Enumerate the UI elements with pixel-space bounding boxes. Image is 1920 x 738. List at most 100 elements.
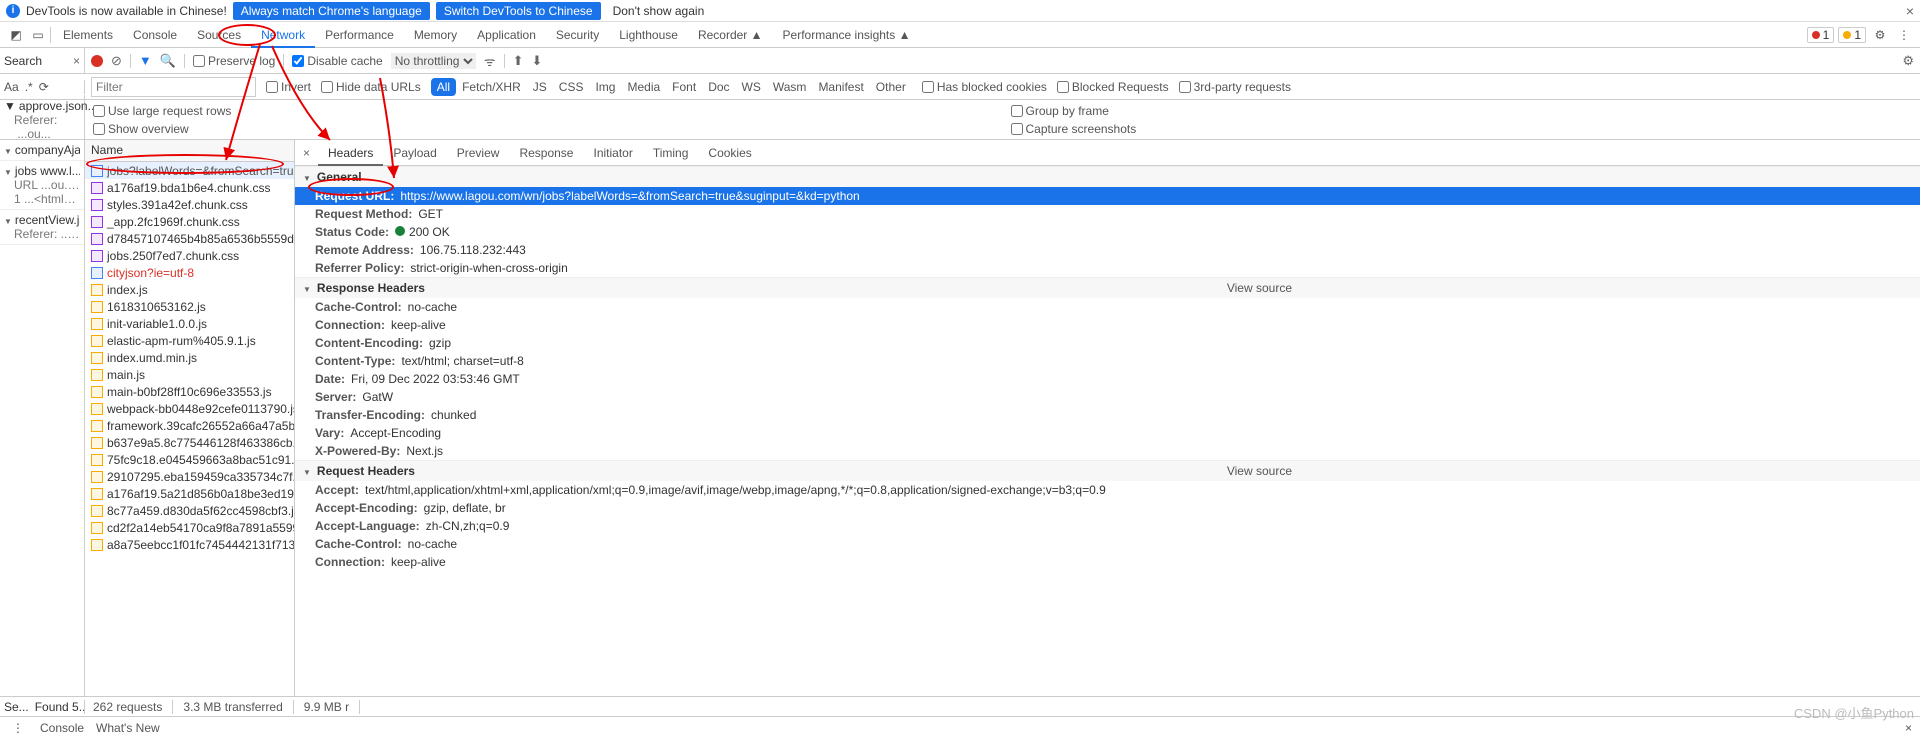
detail-tab-timing[interactable]: Timing (643, 142, 699, 164)
response-headers-section[interactable]: Response HeadersView source (295, 277, 1920, 298)
close-search-icon[interactable]: × (73, 54, 80, 68)
tab-console[interactable]: Console (123, 24, 187, 46)
more-icon[interactable]: ⋮ (1894, 25, 1914, 45)
tab-application[interactable]: Application (467, 24, 546, 46)
disable-cache-checkbox[interactable]: Disable cache (292, 54, 382, 68)
filter-type-font[interactable]: Font (666, 78, 702, 96)
detail-tab-initiator[interactable]: Initiator (583, 142, 642, 164)
request-row[interactable]: 1618310653162.js (85, 298, 294, 315)
close-banner-icon[interactable]: × (1906, 3, 1914, 19)
tab-memory[interactable]: Memory (404, 24, 467, 46)
filter-icon[interactable]: ▼ (139, 53, 152, 68)
tab-performance-insights-[interactable]: Performance insights ▲ (773, 24, 921, 46)
request-row[interactable]: styles.391a42ef.chunk.css (85, 196, 294, 213)
throttling-select[interactable]: No throttling (391, 53, 476, 69)
request-row[interactable]: elastic-apm-rum%405.9.1.js (85, 332, 294, 349)
filter-type-js[interactable]: JS (527, 78, 553, 96)
filter-type-manifest[interactable]: Manifest (812, 78, 869, 96)
detail-tab-payload[interactable]: Payload (383, 142, 446, 164)
upload-icon[interactable]: ⬆ (513, 53, 524, 69)
request-row[interactable]: init-variable1.0.0.js (85, 315, 294, 332)
request-row[interactable]: b637e9a5.8c775446128f463386cb.js (85, 434, 294, 451)
request-row[interactable]: 8c77a459.d830da5f62cc4598cbf3.js (85, 502, 294, 519)
regex-icon[interactable]: .* (25, 80, 33, 94)
request-row[interactable]: index.umd.min.js (85, 349, 294, 366)
detail-tab-preview[interactable]: Preview (447, 142, 510, 164)
filter-type-img[interactable]: Img (589, 78, 621, 96)
view-source-link[interactable]: View source (1227, 464, 1292, 478)
download-icon[interactable]: ⬇ (532, 53, 543, 69)
filter-type-doc[interactable]: Doc (702, 78, 735, 96)
device-toggle-icon[interactable]: ▭ (28, 25, 48, 45)
request-headers-section[interactable]: Request HeadersView source (295, 460, 1920, 481)
network-settings-icon[interactable]: ⚙ (1902, 53, 1914, 69)
tab-network[interactable]: Network (251, 24, 315, 48)
request-row[interactable]: _app.2fc1969f.chunk.css (85, 213, 294, 230)
record-button[interactable] (91, 55, 103, 67)
tab-elements[interactable]: Elements (53, 24, 123, 46)
large-rows-checkbox[interactable]: Use large request rows (93, 104, 995, 118)
request-row[interactable]: jobs.250f7ed7.chunk.css (85, 247, 294, 264)
tab-security[interactable]: Security (546, 24, 609, 46)
show-overview-checkbox[interactable]: Show overview (93, 122, 995, 136)
tab-recorder-[interactable]: Recorder ▲ (688, 24, 773, 46)
view-source-link[interactable]: View source (1227, 281, 1292, 295)
filter-type-all[interactable]: All (431, 78, 456, 96)
match-language-button[interactable]: Always match Chrome's language (233, 2, 430, 20)
request-row[interactable]: index.js (85, 281, 294, 298)
search-icon[interactable]: 🔍 (160, 53, 176, 69)
request-row[interactable]: d78457107465b4b85a6536b5559dbf8650 (85, 230, 294, 247)
filter-type-media[interactable]: Media (621, 78, 666, 96)
request-row[interactable]: a8a75eebcc1f01fc7454442131f7131a987. (85, 536, 294, 553)
general-section[interactable]: General (295, 166, 1920, 187)
tab-sources[interactable]: Sources (187, 24, 251, 46)
clear-icon[interactable]: ⊘ (111, 53, 122, 69)
request-row[interactable]: cityjson?ie=utf-8 (85, 264, 294, 281)
close-detail-icon[interactable]: × (299, 146, 314, 160)
close-drawer-icon[interactable]: × (1905, 721, 1912, 735)
request-row[interactable]: jobs?labelWords=&fromSearch=true&su (85, 162, 294, 179)
request-row[interactable]: webpack-bb0448e92cefe0113790.js (85, 400, 294, 417)
filter-type-fetchxhr[interactable]: Fetch/XHR (456, 78, 527, 96)
request-row[interactable]: a176af19.bda1b6e4.chunk.css (85, 179, 294, 196)
request-row[interactable]: main-b0bf28ff10c696e33553.js (85, 383, 294, 400)
console-tab[interactable]: Console (40, 721, 84, 735)
request-row[interactable]: 75fc9c18.e045459663a8bac51c91.js (85, 451, 294, 468)
blocked-requests-checkbox[interactable]: Blocked Requests (1057, 80, 1169, 94)
request-row[interactable]: a176af19.5a21d856b0a18be3ed19.js (85, 485, 294, 502)
request-row[interactable]: 29107295.eba159459ca335734c7f.js (85, 468, 294, 485)
tab-performance[interactable]: Performance (315, 24, 404, 46)
group-by-frame-checkbox[interactable]: Group by frame (1011, 104, 1913, 118)
request-row[interactable]: framework.39cafc26552a66a47a5b.js (85, 417, 294, 434)
detail-tab-cookies[interactable]: Cookies (698, 142, 761, 164)
request-row[interactable]: main.js (85, 366, 294, 383)
match-case-icon[interactable]: Aa (4, 80, 19, 94)
dont-show-button[interactable]: Don't show again (607, 2, 711, 20)
filter-type-css[interactable]: CSS (553, 78, 590, 96)
hide-data-urls-checkbox[interactable]: Hide data URLs (321, 80, 421, 94)
watermark: CSDN @小鱼Python (1794, 703, 1914, 722)
whats-new-tab[interactable]: What's New (96, 721, 160, 735)
invert-checkbox[interactable]: Invert (266, 80, 311, 94)
filter-type-other[interactable]: Other (870, 78, 912, 96)
error-badge[interactable]: 1 (1807, 27, 1835, 43)
switch-devtools-button[interactable]: Switch DevTools to Chinese (436, 2, 601, 20)
settings-icon[interactable]: ⚙ (1870, 25, 1890, 45)
name-column-header[interactable]: Name (85, 140, 294, 162)
wifi-icon[interactable]: ᯤ (484, 52, 496, 70)
capture-screenshots-checkbox[interactable]: Capture screenshots (1011, 122, 1913, 136)
blocked-cookies-checkbox[interactable]: Has blocked cookies (922, 80, 1047, 94)
preserve-log-checkbox[interactable]: Preserve log (193, 54, 275, 68)
drawer-more-icon[interactable]: ⋮ (8, 718, 28, 738)
filter-input[interactable] (91, 77, 256, 97)
inspect-icon[interactable]: ◩ (6, 25, 26, 45)
refresh-search-icon[interactable]: ⟳ (39, 80, 49, 94)
filter-type-ws[interactable]: WS (736, 78, 767, 96)
detail-tab-headers[interactable]: Headers (318, 142, 383, 166)
warning-badge[interactable]: 1 (1838, 27, 1866, 43)
filter-type-wasm[interactable]: Wasm (767, 78, 813, 96)
request-row[interactable]: cd2f2a14eb54170ca9f8a7891a55999483 (85, 519, 294, 536)
tab-lighthouse[interactable]: Lighthouse (609, 24, 688, 46)
third-party-checkbox[interactable]: 3rd-party requests (1179, 80, 1291, 94)
detail-tab-response[interactable]: Response (509, 142, 583, 164)
